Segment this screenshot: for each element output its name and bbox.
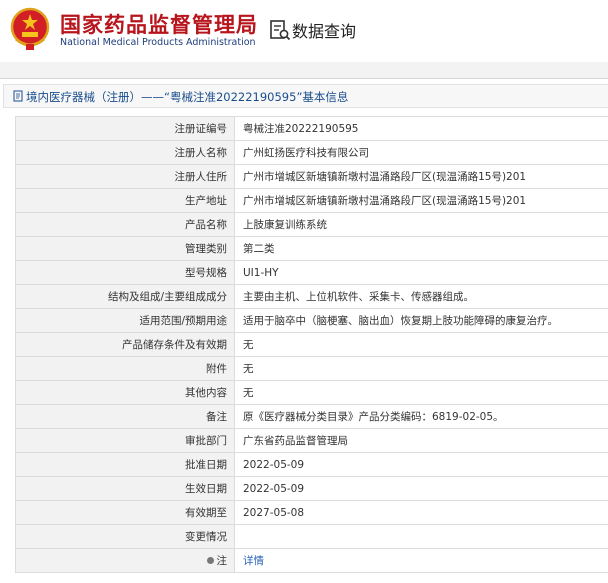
- field-label: 附件: [15, 356, 235, 381]
- note-label-cell: 注: [15, 548, 235, 573]
- field-value: 上肢康复训练系统: [234, 212, 608, 237]
- detail-row: 附件无: [15, 356, 608, 381]
- field-label: 其他内容: [15, 380, 235, 405]
- field-label: 生产地址: [15, 188, 235, 213]
- field-label: 注册证编号: [15, 116, 235, 141]
- field-value: 广州市增城区新塘镇新墩村温涌路段厂区(现温涌路15号)201: [234, 164, 608, 189]
- field-value: 2022-05-09: [234, 452, 608, 477]
- detail-table: 注册证编号 粤械注准20222190595 注册人名称 广州虹扬医疗科技有限公司 注册人…: [15, 116, 608, 573]
- field-value: 广州市增城区新塘镇新墩村温涌路段厂区(现温涌路15号)201: [234, 188, 608, 213]
- field-value: UI1-HY: [234, 260, 608, 285]
- note-label: 注: [216, 555, 228, 567]
- field-value: [234, 524, 608, 549]
- field-value: 主要由主机、上位机软件、采集卡、传感器组成。: [234, 284, 608, 309]
- breadcrumb: 境内医疗器械（注册）——“粤械注准20222190595”基本信息: [3, 84, 608, 108]
- field-label: 变更情况: [15, 524, 235, 549]
- field-label: 适用范围/预期用途: [15, 308, 235, 333]
- detail-row: 批准日期 2022-05-09: [15, 452, 608, 477]
- detail-row: 适用范围/预期用途 适用于脑卒中（脑梗塞、脑出血）恢复期上肢功能障碍的康复治疗。: [15, 308, 608, 333]
- detail-row: 产品储存条件及有效期无: [15, 332, 608, 357]
- detail-row: 产品名称 上肢康复训练系统: [15, 212, 608, 237]
- field-value: 无: [234, 332, 608, 357]
- detail-row: 生产地址 广州市增城区新塘镇新墩村温涌路段厂区(现温涌路15号)201: [15, 188, 608, 213]
- national-emblem-icon: [10, 7, 50, 50]
- field-label: 注册人名称: [15, 140, 235, 165]
- detail-row: 备注 原《医疗器械分类目录》产品分类编码：6819-02-05。: [15, 404, 608, 429]
- data-query-link[interactable]: 数据查询: [292, 18, 356, 42]
- field-value: 粤械注准20222190595: [234, 116, 608, 141]
- field-value: 无: [234, 380, 608, 405]
- note-value-cell: 详情: [234, 548, 608, 573]
- field-value: 广东省药品监督管理局: [234, 428, 608, 453]
- field-value: 2022-05-09: [234, 476, 608, 501]
- detail-row: 结构及组成/主要组成成分 主要由主机、上位机软件、采集卡、传感器组成。: [15, 284, 608, 309]
- document-search-icon[interactable]: [269, 19, 291, 41]
- pin-icon: [206, 557, 214, 564]
- detail-row: 有效期至 2027-05-08: [15, 500, 608, 525]
- detail-row: 其他内容无: [15, 380, 608, 405]
- site-title-cn: 国家药品监督管理局: [60, 13, 258, 37]
- site-title-en: National Medical Products Administration: [60, 37, 256, 48]
- document-icon: [13, 90, 23, 102]
- field-label: 结构及组成/主要组成成分: [15, 284, 235, 309]
- detail-row: 变更情况: [15, 524, 608, 549]
- field-value: 适用于脑卒中（脑梗塞、脑出血）恢复期上肢功能障碍的康复治疗。: [234, 308, 608, 333]
- field-value: 2027-05-08: [234, 500, 608, 525]
- breadcrumb-text: 境内医疗器械（注册）——“粤械注准20222190595”基本信息: [26, 90, 349, 104]
- field-label: 产品储存条件及有效期: [15, 332, 235, 357]
- field-label: 管理类别: [15, 236, 235, 261]
- detail-row: 型号规格 UI1-HY: [15, 260, 608, 285]
- field-label: 产品名称: [15, 212, 235, 237]
- header-separator: [0, 62, 608, 78]
- detail-row: 审批部门 广东省药品监督管理局: [15, 428, 608, 453]
- field-label: 审批部门: [15, 428, 235, 453]
- field-value: 无: [234, 356, 608, 381]
- detail-row: 管理类别 第二类: [15, 236, 608, 261]
- detail-row: 注册证编号 粤械注准20222190595: [15, 116, 608, 141]
- details-link[interactable]: 详情: [243, 555, 264, 567]
- note-row: 注 详情: [15, 548, 608, 573]
- detail-row: 注册人名称 广州虹扬医疗科技有限公司: [15, 140, 608, 165]
- field-label: 有效期至: [15, 500, 235, 525]
- field-label: 注册人住所: [15, 164, 235, 189]
- detail-row: 注册人住所 广州市增城区新塘镇新墩村温涌路段厂区(现温涌路15号)201: [15, 164, 608, 189]
- field-label: 备注: [15, 404, 235, 429]
- field-label: 生效日期: [15, 476, 235, 501]
- site-header: 国家药品监督管理局 National Medical Products Admi…: [0, 0, 608, 62]
- field-label: 批准日期: [15, 452, 235, 477]
- field-label: 型号规格: [15, 260, 235, 285]
- field-value: 广州虹扬医疗科技有限公司: [234, 140, 608, 165]
- field-value: 第二类: [234, 236, 608, 261]
- field-value: 原《医疗器械分类目录》产品分类编码：6819-02-05。: [234, 404, 608, 429]
- detail-row: 生效日期 2022-05-09: [15, 476, 608, 501]
